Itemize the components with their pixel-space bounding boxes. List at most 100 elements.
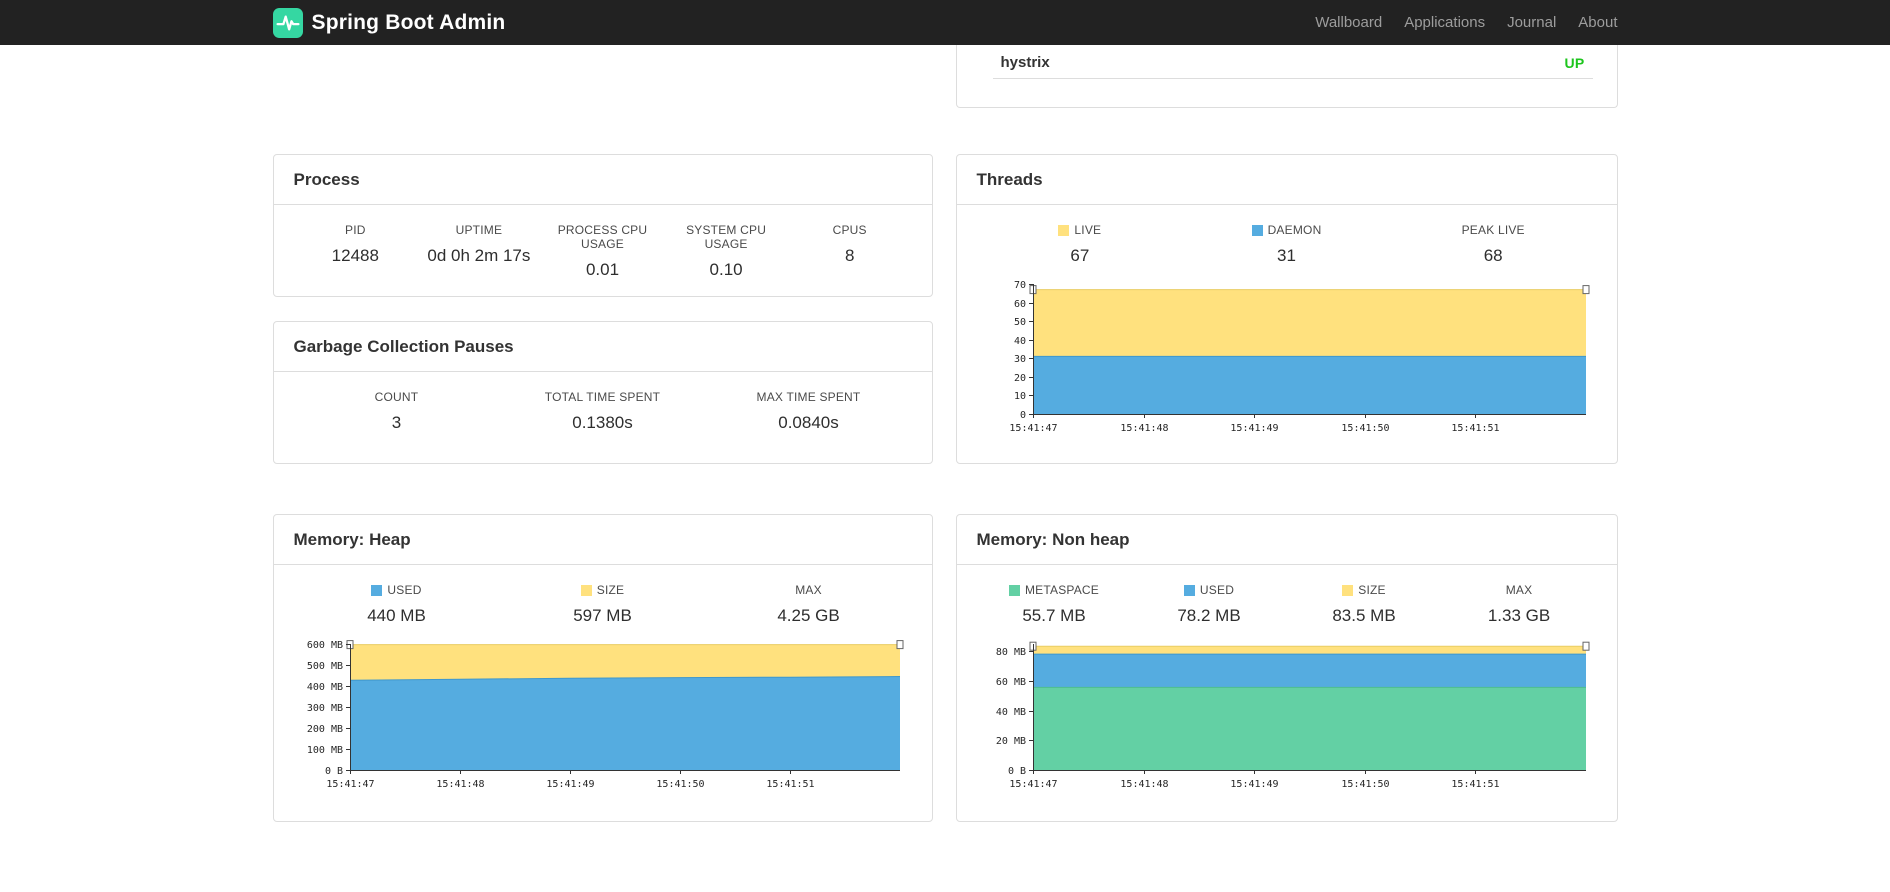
- svg-text:300 MB: 300 MB: [306, 703, 342, 714]
- stat-label: UPTIME: [455, 223, 503, 237]
- svg-text:15:41:51: 15:41:51: [1451, 779, 1499, 790]
- stat-value: 3: [391, 413, 402, 432]
- legend-swatch-live: [1058, 224, 1070, 236]
- row-process-threads: Process PID 12488 UPTIME 0d 0h 2m 17s PR…: [272, 154, 1618, 464]
- svg-text:10: 10: [1013, 391, 1025, 402]
- stat-label: PROCESS CPU USAGE: [557, 223, 648, 251]
- row-health: hystrix UP: [273, 45, 1618, 108]
- memory-heap-chart: 0 B 100 MB 200 MB 300 MB 400 MB 500 MB 600 MB 1…: [306, 640, 903, 790]
- stat-label: LIVE: [1074, 223, 1102, 237]
- svg-text:100 MB: 100 MB: [306, 745, 342, 756]
- stat-label: DAEMON: [1267, 223, 1322, 237]
- stat-label: SIZE: [1358, 583, 1386, 597]
- brand-title: Spring Boot Admin: [311, 10, 506, 34]
- svg-text:60 MB: 60 MB: [995, 677, 1025, 688]
- memory-heap-panel: Memory: Heap USED 440 MB SIZE 597 MB MAX…: [272, 514, 933, 822]
- stat-label: TOTAL TIME SPENT: [544, 390, 661, 404]
- threads-chart: 0 10 20 30 40 50 60 70 15:41:47 15:41:48 15:41:49 1…: [1009, 280, 1589, 434]
- stat-value: 68: [1483, 246, 1503, 265]
- stat-nonheap-metaspace: METASPACE 55.7 MB: [977, 583, 1132, 626]
- gc-panel-title: Garbage Collection Pauses: [273, 322, 932, 372]
- nav-link-journal[interactable]: Journal: [1496, 0, 1567, 45]
- memory-heap-panel-body: USED 440 MB SIZE 597 MB MAX 4.25 GB 0 B …: [274, 565, 932, 816]
- stat-value: 31: [1277, 246, 1296, 265]
- svg-text:200 MB: 200 MB: [306, 724, 342, 735]
- svg-text:20: 20: [1013, 373, 1025, 384]
- svg-text:15:41:49: 15:41:49: [546, 779, 594, 790]
- memory-heap-panel-title: Memory: Heap: [273, 515, 932, 565]
- stat-gc-max-time: MAX TIME SPENT 0.0840s: [706, 390, 912, 433]
- stat-value: 0.0840s: [778, 413, 839, 432]
- svg-text:0 B: 0 B: [1007, 766, 1025, 777]
- nav-link-about[interactable]: About: [1567, 0, 1617, 45]
- stat-label: METASPACE: [1024, 583, 1100, 597]
- svg-text:40 MB: 40 MB: [995, 707, 1025, 718]
- stat-label: MAX: [1505, 583, 1533, 597]
- nav-links: Wallboard Applications Journal About: [1304, 0, 1617, 45]
- health-panel-body: hystrix UP: [957, 45, 1617, 79]
- stat-value: 0.1380s: [572, 413, 633, 432]
- stat-value: 4.25 GB: [777, 606, 840, 625]
- svg-text:15:41:49: 15:41:49: [1230, 779, 1278, 790]
- stat-label: PID: [344, 223, 366, 237]
- stat-value: 67: [1070, 246, 1090, 265]
- svg-text:15:41:47: 15:41:47: [326, 779, 374, 790]
- legend-swatch-used: [371, 584, 383, 596]
- svg-text:15:41:51: 15:41:51: [1451, 423, 1499, 434]
- svg-text:30: 30: [1013, 354, 1025, 365]
- stat-threads-daemon: DAEMON 31: [1183, 223, 1390, 266]
- stat-value: 440 MB: [367, 606, 426, 625]
- stat-label: SIZE: [596, 583, 625, 597]
- threads-legend: LIVE 67 DAEMON 31 PEAK LIVE 68: [977, 223, 1597, 266]
- svg-text:0: 0: [1019, 410, 1025, 421]
- svg-text:15:41:50: 15:41:50: [656, 779, 704, 790]
- stat-value: 1.33 GB: [1487, 606, 1551, 625]
- svg-text:15:41:49: 15:41:49: [1230, 423, 1278, 434]
- memory-nonheap-panel-title: Memory: Non heap: [956, 515, 1617, 565]
- stat-value: 55.7 MB: [1022, 606, 1086, 625]
- svg-text:70: 70: [1013, 280, 1025, 291]
- legend-swatch-daemon: [1251, 224, 1263, 236]
- memory-heap-legend: USED 440 MB SIZE 597 MB MAX 4.25 GB: [294, 583, 912, 626]
- svg-text:40: 40: [1013, 336, 1025, 347]
- nav-link-applications[interactable]: Applications: [1393, 0, 1496, 45]
- stat-value: 0.10: [709, 260, 743, 279]
- stat-value: 0.01: [585, 260, 620, 279]
- memory-nonheap-legend: METASPACE 55.7 MB USED 78.2 MB SIZE 83.5…: [977, 583, 1597, 626]
- spacer-col: [273, 45, 933, 108]
- threads-panel: Threads LIVE 67 DAEMON 31 PEAK LIVE 68 0…: [955, 154, 1618, 464]
- stat-process-cpu-usage: PROCESS CPU USAGE 0.01: [541, 223, 665, 280]
- stat-value: 0d 0h 2m 17s: [427, 246, 531, 265]
- nav-link-wallboard[interactable]: Wallboard: [1304, 0, 1393, 45]
- svg-text:60: 60: [1013, 299, 1025, 310]
- stat-value: 8: [844, 246, 855, 265]
- memory-nonheap-chart: 0 B 20 MB 40 MB 60 MB 80 MB 15:41:47 15:41:48 1…: [995, 641, 1589, 790]
- row-memory: Memory: Heap USED 440 MB SIZE 597 MB MAX…: [272, 514, 1618, 822]
- svg-text:15:41:48: 15:41:48: [1120, 423, 1168, 434]
- svg-text:15:41:48: 15:41:48: [436, 779, 484, 790]
- svg-text:500 MB: 500 MB: [306, 661, 342, 672]
- stat-value: 83.5 MB: [1332, 606, 1396, 625]
- stat-label: COUNT: [374, 390, 419, 404]
- stat-nonheap-used: USED 78.2 MB: [1132, 583, 1287, 626]
- stat-gc-total-time: TOTAL TIME SPENT 0.1380s: [500, 390, 706, 433]
- brand-link[interactable]: Spring Boot Admin: [272, 7, 506, 38]
- stat-label: MAX TIME SPENT: [756, 390, 861, 404]
- memory-nonheap-panel: Memory: Non heap METASPACE 55.7 MB USED …: [955, 514, 1618, 822]
- navbar-inner: Spring Boot Admin Wallboard Applications…: [272, 0, 1618, 45]
- brand-logo-icon: [272, 7, 303, 38]
- stat-gc-count: COUNT 3: [294, 390, 500, 433]
- threads-panel-title: Threads: [956, 155, 1617, 205]
- svg-text:15:41:48: 15:41:48: [1120, 779, 1168, 790]
- page-bottom-spacer: [273, 822, 1618, 892]
- gc-panel: Garbage Collection Pauses COUNT 3 TOTAL …: [272, 321, 933, 464]
- stat-label: USED: [387, 583, 422, 597]
- svg-text:15:41:50: 15:41:50: [1341, 779, 1389, 790]
- gc-stats: COUNT 3 TOTAL TIME SPENT 0.1380s MAX TIM…: [294, 390, 912, 433]
- stat-value: 597 MB: [573, 606, 632, 625]
- legend-swatch-used: [1183, 584, 1195, 596]
- threads-panel-body: LIVE 67 DAEMON 31 PEAK LIVE 68 0 10 20 3…: [957, 205, 1617, 460]
- svg-text:50: 50: [1013, 317, 1025, 328]
- stat-value: 78.2 MB: [1177, 606, 1241, 625]
- stat-heap-max: MAX 4.25 GB: [706, 583, 912, 626]
